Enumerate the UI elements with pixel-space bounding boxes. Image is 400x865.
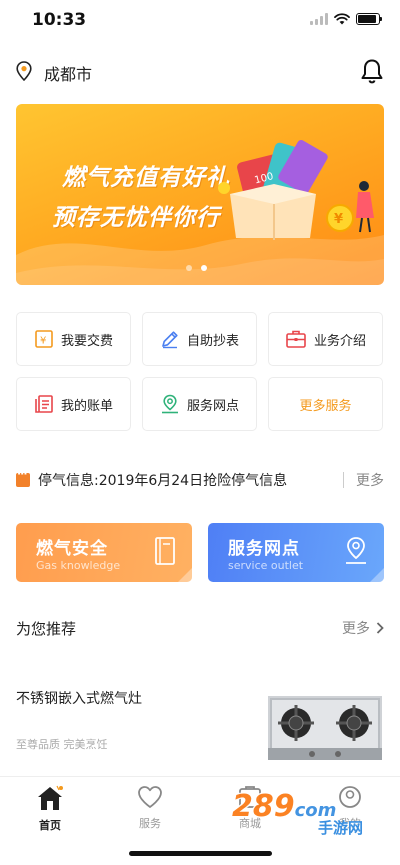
- outage-notice-bar[interactable]: 停气信息:2019年6月24日抢险停气信息 更多: [16, 466, 384, 494]
- cellular-signal-icon: [310, 13, 328, 25]
- product-item[interactable]: 不锈钢嵌入式燃气灶 至尊品质 完美烹饪: [16, 682, 384, 762]
- tab-label: 首页: [39, 819, 61, 832]
- self-meter-reading-button[interactable]: 自助抄表: [142, 312, 257, 366]
- header: 成都市: [0, 52, 400, 92]
- notice-text[interactable]: 停气信息:2019年6月24日抢险停气信息: [38, 470, 335, 490]
- business-intro-button[interactable]: 业务介绍: [268, 312, 383, 366]
- bottom-tab-bar: 首页 服务 商城 我的 289com 手游网: [0, 776, 400, 865]
- tile-label: 更多服务: [299, 398, 352, 414]
- service-grid: ¥ 我要交费 自助抄表 业务介绍 我的账单 服务网点 更多服务: [16, 312, 384, 431]
- promo-banner[interactable]: 燃气充值有好礼 预存无忧伴你行 100 ¥: [16, 104, 384, 285]
- chevron-right-icon: [376, 622, 384, 634]
- more-services-button[interactable]: 更多服务: [268, 377, 383, 431]
- home-icon: [38, 785, 63, 810]
- tab-home[interactable]: 首页: [15, 785, 85, 833]
- service-outlet-card[interactable]: 服务网点 service outlet: [208, 523, 384, 582]
- tab-service[interactable]: 服务: [115, 785, 185, 831]
- battery-icon: [356, 13, 382, 25]
- tile-label: 业务介绍: [313, 333, 366, 349]
- pencil-icon: [162, 331, 178, 349]
- service-outlet-button[interactable]: 服务网点: [142, 377, 257, 431]
- payment-icon: ¥: [35, 330, 53, 348]
- card-title: 燃气安全: [36, 539, 108, 559]
- location-icon: [346, 537, 366, 564]
- carousel-dot-active[interactable]: [201, 265, 207, 271]
- status-time: 10:33: [32, 10, 87, 30]
- briefcase-icon: [286, 330, 306, 348]
- card-subtitle: Gas knowledge: [36, 559, 121, 572]
- banner-subheadline: 预存无忧伴你行: [52, 204, 220, 231]
- pay-bill-button[interactable]: ¥ 我要交费: [16, 312, 131, 366]
- recommend-header: 为您推荐 更多: [16, 617, 384, 639]
- tile-label: 我要交费: [60, 333, 113, 349]
- card-corner-decoration: [370, 568, 384, 582]
- tile-label: 服务网点: [186, 398, 239, 414]
- book-icon: [155, 537, 175, 565]
- tile-label: 自助抄表: [186, 333, 239, 349]
- card-subtitle: service outlet: [228, 559, 304, 572]
- user-icon: [339, 786, 361, 808]
- svg-text:¥: ¥: [40, 336, 46, 347]
- carousel-dot[interactable]: [186, 265, 192, 271]
- bell-icon[interactable]: [360, 58, 384, 84]
- bill-icon: [35, 395, 53, 413]
- tile-label: 我的账单: [60, 398, 113, 414]
- home-indicator: [129, 851, 272, 856]
- status-bar: 10:33: [0, 0, 400, 44]
- map-pin-icon: [161, 394, 178, 414]
- city-selector[interactable]: 成都市: [44, 61, 92, 85]
- svg-text:¥: ¥: [334, 212, 343, 227]
- banner-headline: 燃气充值有好礼: [62, 164, 230, 191]
- gas-safety-card[interactable]: 燃气安全 Gas knowledge: [16, 523, 192, 582]
- notice-divider: [343, 472, 344, 488]
- tab-label: 服务: [139, 817, 161, 830]
- my-bill-button[interactable]: 我的账单: [16, 377, 131, 431]
- heart-icon: [138, 786, 162, 808]
- card-corner-decoration: [178, 568, 192, 582]
- location-pin-icon[interactable]: [16, 61, 32, 81]
- product-description: 至尊品质 完美烹饪: [16, 738, 108, 751]
- watermark-subtitle: 手游网: [318, 819, 364, 837]
- wifi-icon: [334, 13, 350, 25]
- carousel-indicator: [186, 265, 207, 271]
- gift-box-illustration: 100 ¥: [218, 140, 374, 240]
- recommend-title: 为您推荐: [16, 619, 77, 638]
- notice-more-link[interactable]: 更多: [356, 470, 384, 490]
- card-title: 服务网点: [228, 539, 300, 559]
- message-icon: [16, 467, 30, 487]
- product-name: 不锈钢嵌入式燃气灶: [16, 691, 142, 707]
- status-icons: [310, 13, 382, 25]
- recommend-more-label: 更多: [342, 621, 370, 637]
- recommend-more-link[interactable]: 更多: [342, 618, 384, 638]
- gas-stove-image: [268, 696, 382, 760]
